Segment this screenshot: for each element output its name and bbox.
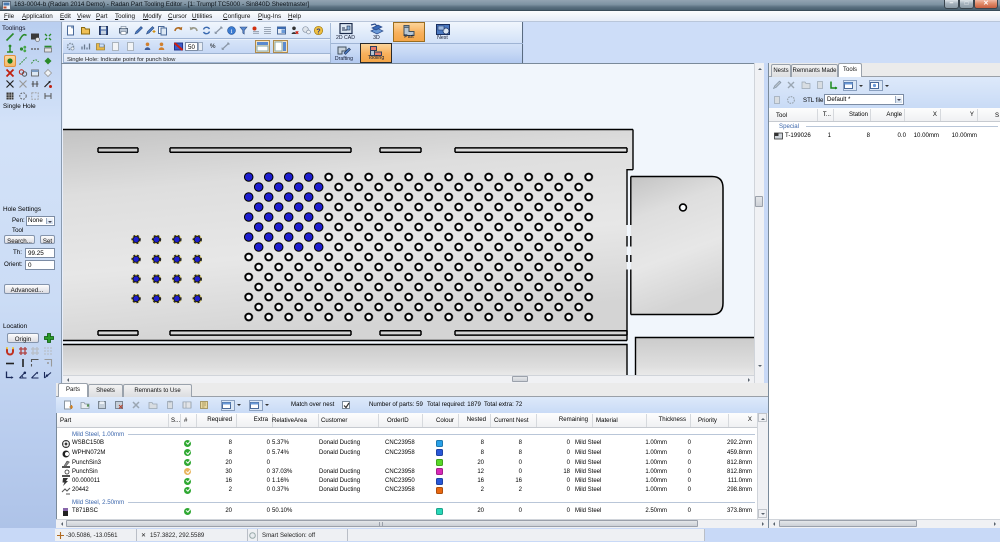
svg-text:i: i <box>230 28 232 35</box>
svg-text:?: ? <box>316 28 320 35</box>
